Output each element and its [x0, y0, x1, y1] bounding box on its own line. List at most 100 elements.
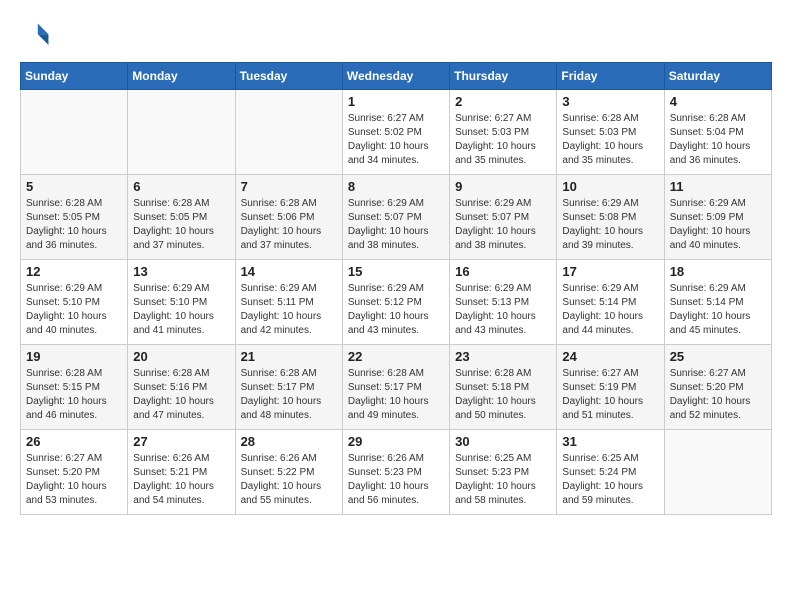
day-info: Sunrise: 6:28 AM Sunset: 5:05 PM Dayligh…: [133, 197, 229, 253]
day-number: 17: [562, 264, 658, 279]
day-number: 21: [241, 349, 337, 364]
day-number: 27: [133, 434, 229, 449]
day-number: 28: [241, 434, 337, 449]
calendar-cell: [128, 90, 235, 175]
calendar-cell: 30 Sunrise: 6:25 AM Sunset: 5:23 PM Dayli…: [450, 430, 557, 515]
day-info: Sunrise: 6:29 AM Sunset: 5:13 PM Dayligh…: [455, 282, 551, 338]
calendar-cell: 27 Sunrise: 6:26 AM Sunset: 5:21 PM Dayli…: [128, 430, 235, 515]
logo: [20, 20, 56, 52]
calendar-cell: 3 Sunrise: 6:28 AM Sunset: 5:03 PM Daylig…: [557, 90, 664, 175]
calendar-header-row: SundayMondayTuesdayWednesdayThursdayFrid…: [21, 63, 772, 90]
calendar-cell: 14 Sunrise: 6:29 AM Sunset: 5:11 PM Dayli…: [235, 260, 342, 345]
day-info: Sunrise: 6:28 AM Sunset: 5:03 PM Dayligh…: [562, 112, 658, 168]
column-header-tuesday: Tuesday: [235, 63, 342, 90]
column-header-thursday: Thursday: [450, 63, 557, 90]
day-number: 11: [670, 179, 766, 194]
day-info: Sunrise: 6:28 AM Sunset: 5:17 PM Dayligh…: [348, 367, 444, 423]
calendar-week-row: 26 Sunrise: 6:27 AM Sunset: 5:20 PM Dayli…: [21, 430, 772, 515]
calendar-cell: 7 Sunrise: 6:28 AM Sunset: 5:06 PM Daylig…: [235, 175, 342, 260]
day-info: Sunrise: 6:27 AM Sunset: 5:20 PM Dayligh…: [26, 452, 122, 508]
day-number: 9: [455, 179, 551, 194]
day-info: Sunrise: 6:27 AM Sunset: 5:02 PM Dayligh…: [348, 112, 444, 168]
calendar-cell: 20 Sunrise: 6:28 AM Sunset: 5:16 PM Dayli…: [128, 345, 235, 430]
calendar-cell: 9 Sunrise: 6:29 AM Sunset: 5:07 PM Daylig…: [450, 175, 557, 260]
calendar-cell: 29 Sunrise: 6:26 AM Sunset: 5:23 PM Dayli…: [342, 430, 449, 515]
day-info: Sunrise: 6:28 AM Sunset: 5:17 PM Dayligh…: [241, 367, 337, 423]
column-header-friday: Friday: [557, 63, 664, 90]
day-info: Sunrise: 6:28 AM Sunset: 5:05 PM Dayligh…: [26, 197, 122, 253]
calendar-cell: 10 Sunrise: 6:29 AM Sunset: 5:08 PM Dayli…: [557, 175, 664, 260]
calendar-cell: 11 Sunrise: 6:29 AM Sunset: 5:09 PM Dayli…: [664, 175, 771, 260]
calendar-cell: 5 Sunrise: 6:28 AM Sunset: 5:05 PM Daylig…: [21, 175, 128, 260]
day-number: 15: [348, 264, 444, 279]
calendar-cell: 21 Sunrise: 6:28 AM Sunset: 5:17 PM Dayli…: [235, 345, 342, 430]
calendar-cell: 18Sunrise: 6:29 AM Sunset: 5:14 PM Dayli…: [664, 260, 771, 345]
day-info: Sunrise: 6:27 AM Sunset: 5:03 PM Dayligh…: [455, 112, 551, 168]
day-info: Sunrise: 6:29 AM Sunset: 5:12 PM Dayligh…: [348, 282, 444, 338]
day-number: 30: [455, 434, 551, 449]
day-number: 2: [455, 94, 551, 109]
calendar-cell: [235, 90, 342, 175]
day-info: Sunrise: 6:29 AM Sunset: 5:09 PM Dayligh…: [670, 197, 766, 253]
day-number: 31: [562, 434, 658, 449]
column-header-sunday: Sunday: [21, 63, 128, 90]
calendar-cell: [21, 90, 128, 175]
calendar-cell: 19 Sunrise: 6:28 AM Sunset: 5:15 PM Dayli…: [21, 345, 128, 430]
day-number: 7: [241, 179, 337, 194]
day-number: 25: [670, 349, 766, 364]
calendar-cell: 2 Sunrise: 6:27 AM Sunset: 5:03 PM Daylig…: [450, 90, 557, 175]
day-number: 26: [26, 434, 122, 449]
calendar-week-row: 5 Sunrise: 6:28 AM Sunset: 5:05 PM Daylig…: [21, 175, 772, 260]
day-info: Sunrise: 6:25 AM Sunset: 5:24 PM Dayligh…: [562, 452, 658, 508]
calendar-cell: 23 Sunrise: 6:28 AM Sunset: 5:18 PM Dayli…: [450, 345, 557, 430]
calendar-cell: 16Sunrise: 6:29 AM Sunset: 5:13 PM Dayli…: [450, 260, 557, 345]
day-info: Sunrise: 6:28 AM Sunset: 5:15 PM Dayligh…: [26, 367, 122, 423]
calendar-cell: 24Sunrise: 6:27 AM Sunset: 5:19 PM Dayli…: [557, 345, 664, 430]
day-number: 1: [348, 94, 444, 109]
day-info: Sunrise: 6:26 AM Sunset: 5:21 PM Dayligh…: [133, 452, 229, 508]
calendar-cell: 12Sunrise: 6:29 AM Sunset: 5:10 PM Dayli…: [21, 260, 128, 345]
calendar-week-row: 1 Sunrise: 6:27 AM Sunset: 5:02 PM Daylig…: [21, 90, 772, 175]
day-number: 4: [670, 94, 766, 109]
day-info: Sunrise: 6:29 AM Sunset: 5:07 PM Dayligh…: [348, 197, 444, 253]
page-header: [20, 20, 772, 52]
day-number: 14: [241, 264, 337, 279]
day-number: 29: [348, 434, 444, 449]
day-info: Sunrise: 6:29 AM Sunset: 5:10 PM Dayligh…: [26, 282, 122, 338]
column-header-monday: Monday: [128, 63, 235, 90]
day-number: 23: [455, 349, 551, 364]
calendar-cell: 26 Sunrise: 6:27 AM Sunset: 5:20 PM Dayli…: [21, 430, 128, 515]
day-info: Sunrise: 6:25 AM Sunset: 5:23 PM Dayligh…: [455, 452, 551, 508]
day-info: Sunrise: 6:29 AM Sunset: 5:11 PM Dayligh…: [241, 282, 337, 338]
day-number: 22: [348, 349, 444, 364]
calendar-week-row: 19 Sunrise: 6:28 AM Sunset: 5:15 PM Dayli…: [21, 345, 772, 430]
day-number: 13: [133, 264, 229, 279]
day-info: Sunrise: 6:28 AM Sunset: 5:04 PM Dayligh…: [670, 112, 766, 168]
calendar-cell: 22 Sunrise: 6:28 AM Sunset: 5:17 PM Dayli…: [342, 345, 449, 430]
day-info: Sunrise: 6:27 AM Sunset: 5:19 PM Dayligh…: [562, 367, 658, 423]
calendar-cell: 1 Sunrise: 6:27 AM Sunset: 5:02 PM Daylig…: [342, 90, 449, 175]
calendar-week-row: 12Sunrise: 6:29 AM Sunset: 5:10 PM Dayli…: [21, 260, 772, 345]
calendar-cell: 15 Sunrise: 6:29 AM Sunset: 5:12 PM Dayli…: [342, 260, 449, 345]
day-info: Sunrise: 6:28 AM Sunset: 5:06 PM Dayligh…: [241, 197, 337, 253]
day-number: 10: [562, 179, 658, 194]
day-info: Sunrise: 6:26 AM Sunset: 5:23 PM Dayligh…: [348, 452, 444, 508]
day-number: 3: [562, 94, 658, 109]
column-header-wednesday: Wednesday: [342, 63, 449, 90]
calendar-cell: 6Sunrise: 6:28 AM Sunset: 5:05 PM Daylig…: [128, 175, 235, 260]
day-number: 5: [26, 179, 122, 194]
day-info: Sunrise: 6:28 AM Sunset: 5:18 PM Dayligh…: [455, 367, 551, 423]
day-info: Sunrise: 6:28 AM Sunset: 5:16 PM Dayligh…: [133, 367, 229, 423]
logo-icon: [20, 20, 52, 52]
day-info: Sunrise: 6:29 AM Sunset: 5:10 PM Dayligh…: [133, 282, 229, 338]
calendar-cell: 28Sunrise: 6:26 AM Sunset: 5:22 PM Dayli…: [235, 430, 342, 515]
day-info: Sunrise: 6:29 AM Sunset: 5:08 PM Dayligh…: [562, 197, 658, 253]
calendar-cell: 25Sunrise: 6:27 AM Sunset: 5:20 PM Dayli…: [664, 345, 771, 430]
calendar-cell: 31 Sunrise: 6:25 AM Sunset: 5:24 PM Dayli…: [557, 430, 664, 515]
day-number: 8: [348, 179, 444, 194]
day-number: 20: [133, 349, 229, 364]
day-number: 19: [26, 349, 122, 364]
day-info: Sunrise: 6:29 AM Sunset: 5:14 PM Dayligh…: [670, 282, 766, 338]
calendar-cell: 13 Sunrise: 6:29 AM Sunset: 5:10 PM Dayli…: [128, 260, 235, 345]
day-info: Sunrise: 6:29 AM Sunset: 5:07 PM Dayligh…: [455, 197, 551, 253]
